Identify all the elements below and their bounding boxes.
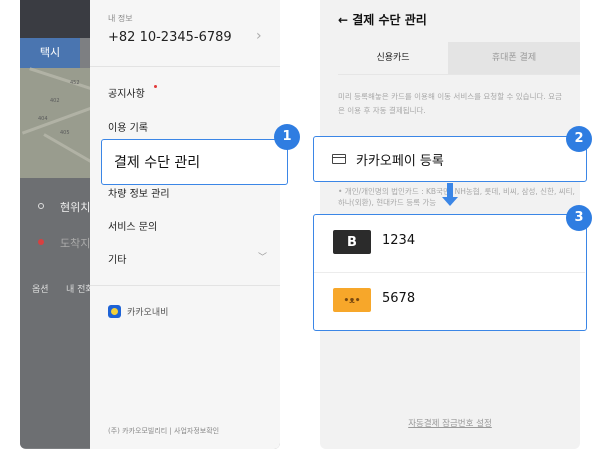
chevron-right-icon: ›: [256, 28, 262, 44]
new-badge-dot: [154, 85, 157, 88]
map-road: [29, 67, 97, 92]
card-notice-text: • 개인/개인명의 법인카드 : KB국민, NH농협, 롯데, 비씨, 삼성,…: [338, 187, 575, 207]
origin-field[interactable]: 현위치: [60, 199, 90, 215]
step-badge-3: 3: [566, 205, 592, 231]
company-footer[interactable]: (주) 카카오모빌리티 | 사업자정보확인: [108, 426, 219, 436]
my-info-label: 내 정보: [108, 14, 133, 23]
card-item[interactable]: B 1234: [314, 215, 585, 272]
registered-cards-list: B 1234 •ᴥ• 5678: [313, 214, 587, 331]
route-panel: 현위치 도착지 옵션 내 전화: [20, 178, 100, 448]
chevron-down-icon: ﹀: [258, 253, 268, 263]
tab-phone-payment[interactable]: 휴대폰 결제: [448, 42, 580, 74]
menu-item-usage-history[interactable]: 이용 기록: [108, 119, 148, 134]
kakaonavi-logo-icon: [108, 305, 121, 318]
menu-item-service-inquiry[interactable]: 서비스 문의: [108, 218, 157, 233]
step-badge-1: 1: [274, 124, 300, 150]
card-icon: [332, 154, 346, 164]
card-number: 5678: [382, 291, 416, 306]
phone-number[interactable]: +82 10-2345-6789: [108, 30, 232, 45]
left-phone-screen: 택시 452 402 404 405 현위치 도착지 옵션 내 전화 내 정보 …: [20, 0, 280, 449]
page-title[interactable]: ← 결제 수단 관리: [338, 11, 427, 28]
menu-item-vehicle-info[interactable]: 차량 정보 관리: [108, 185, 170, 200]
kakaonavi-link[interactable]: 카카오내비: [127, 305, 168, 318]
side-drawer: 내 정보 +82 10-2345-6789 › 공지사항 이용 기록 차량 정보…: [90, 0, 280, 449]
menu-item-label: 결제 수단 관리: [114, 155, 201, 171]
map-label: 452: [70, 80, 80, 86]
tab-credit-card[interactable]: 신용카드: [338, 42, 448, 74]
divider: [90, 66, 280, 67]
card-logo-icon: B: [333, 230, 371, 254]
card-logo-icon: •ᴥ•: [333, 288, 371, 312]
origin-dot-icon: [38, 203, 44, 209]
destination-dot-icon: [38, 239, 44, 245]
description-text: 미리 등록해놓은 카드를 이용해 이동 서비스를 요청할 수 있습니다. 요금은…: [338, 92, 562, 115]
register-label: 카카오페이 등록: [356, 154, 444, 169]
destination-field[interactable]: 도착지: [60, 235, 90, 251]
divider: [338, 74, 580, 75]
divider: [90, 285, 280, 286]
map-label: 402: [50, 98, 60, 104]
tab-taxi[interactable]: 택시: [20, 38, 80, 68]
autopay-lock-link[interactable]: 자동결제 잠금번호 설정: [320, 417, 580, 429]
step-badge-2: 2: [566, 126, 592, 152]
map-label: 404: [38, 116, 48, 122]
map-road: [43, 133, 97, 166]
card-number: 1234: [382, 233, 416, 248]
card-item[interactable]: •ᴥ• 5678: [314, 273, 585, 330]
map-label: 405: [60, 130, 70, 136]
menu-item-etc[interactable]: 기타: [108, 251, 126, 266]
menu-item-notice[interactable]: 공지사항: [108, 85, 145, 100]
register-kakaopay-button[interactable]: 카카오페이 등록: [313, 136, 587, 182]
map-view[interactable]: 452 402 404 405: [20, 67, 100, 178]
options-button[interactable]: 옵션: [32, 282, 49, 295]
menu-item-payment-methods[interactable]: 결제 수단 관리: [101, 139, 288, 185]
arrow-head-icon: [442, 197, 458, 206]
